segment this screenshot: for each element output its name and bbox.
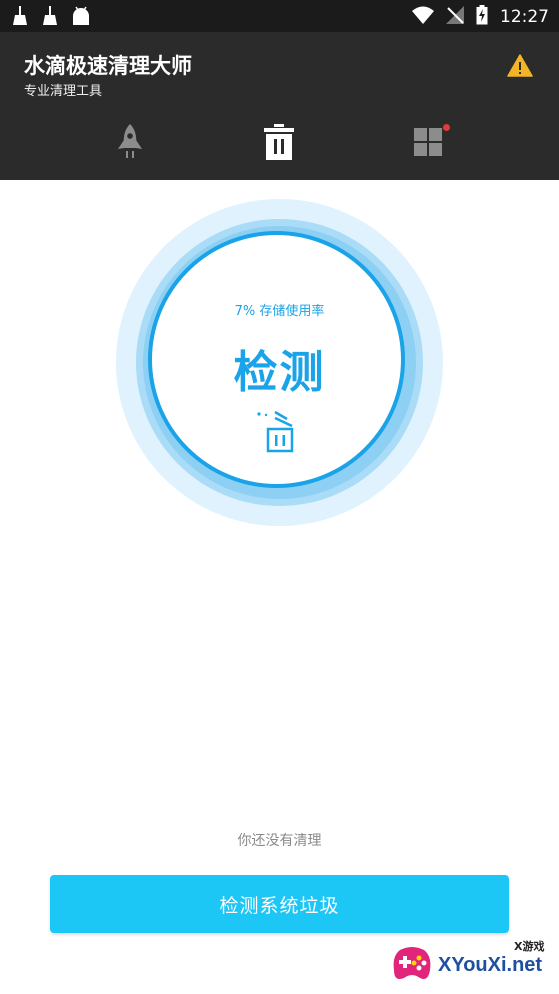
clean-status-text: 你还没有清理 xyxy=(237,833,322,849)
watermark-small-text: X游戏 xyxy=(514,940,545,953)
scan-junk-button[interactable]: 检测系统垃圾 xyxy=(50,875,509,933)
trash-icon xyxy=(254,409,302,457)
gauge-label: 检测 xyxy=(233,347,326,398)
tab-bar xyxy=(0,114,559,174)
status-time: 12:27 xyxy=(500,7,549,27)
broom-icon xyxy=(12,6,28,30)
warning-icon[interactable] xyxy=(507,54,533,78)
app-header: 水滴极速清理大师 专业清理工具 xyxy=(0,32,559,180)
app-title: 水滴极速清理大师 xyxy=(24,54,192,78)
tab-speedup[interactable] xyxy=(100,120,160,168)
android-icon xyxy=(72,6,90,30)
storage-gauge[interactable]: 7% 存储使用率 检测 xyxy=(116,199,443,526)
tab-tools[interactable] xyxy=(398,120,458,168)
wifi-icon xyxy=(412,6,434,28)
trash-icon xyxy=(263,124,295,164)
watermark: X游戏 XYouXi.net xyxy=(388,934,559,994)
storage-usage-text: 7% 存储使用率 xyxy=(234,304,325,319)
notification-badge xyxy=(443,124,450,131)
battery-charging-icon xyxy=(476,5,488,29)
status-notifications xyxy=(12,6,90,30)
no-signal-icon xyxy=(446,6,464,28)
rocket-icon xyxy=(115,123,145,165)
tab-clean[interactable] xyxy=(249,120,309,168)
grid-icon xyxy=(413,127,443,161)
gamepad-logo-icon xyxy=(390,942,434,986)
broom-icon xyxy=(42,6,58,30)
status-system: 12:27 xyxy=(412,5,549,29)
watermark-text: XYouXi.net xyxy=(438,954,543,976)
status-bar: 12:27 xyxy=(0,0,559,32)
app-subtitle: 专业清理工具 xyxy=(24,84,103,99)
